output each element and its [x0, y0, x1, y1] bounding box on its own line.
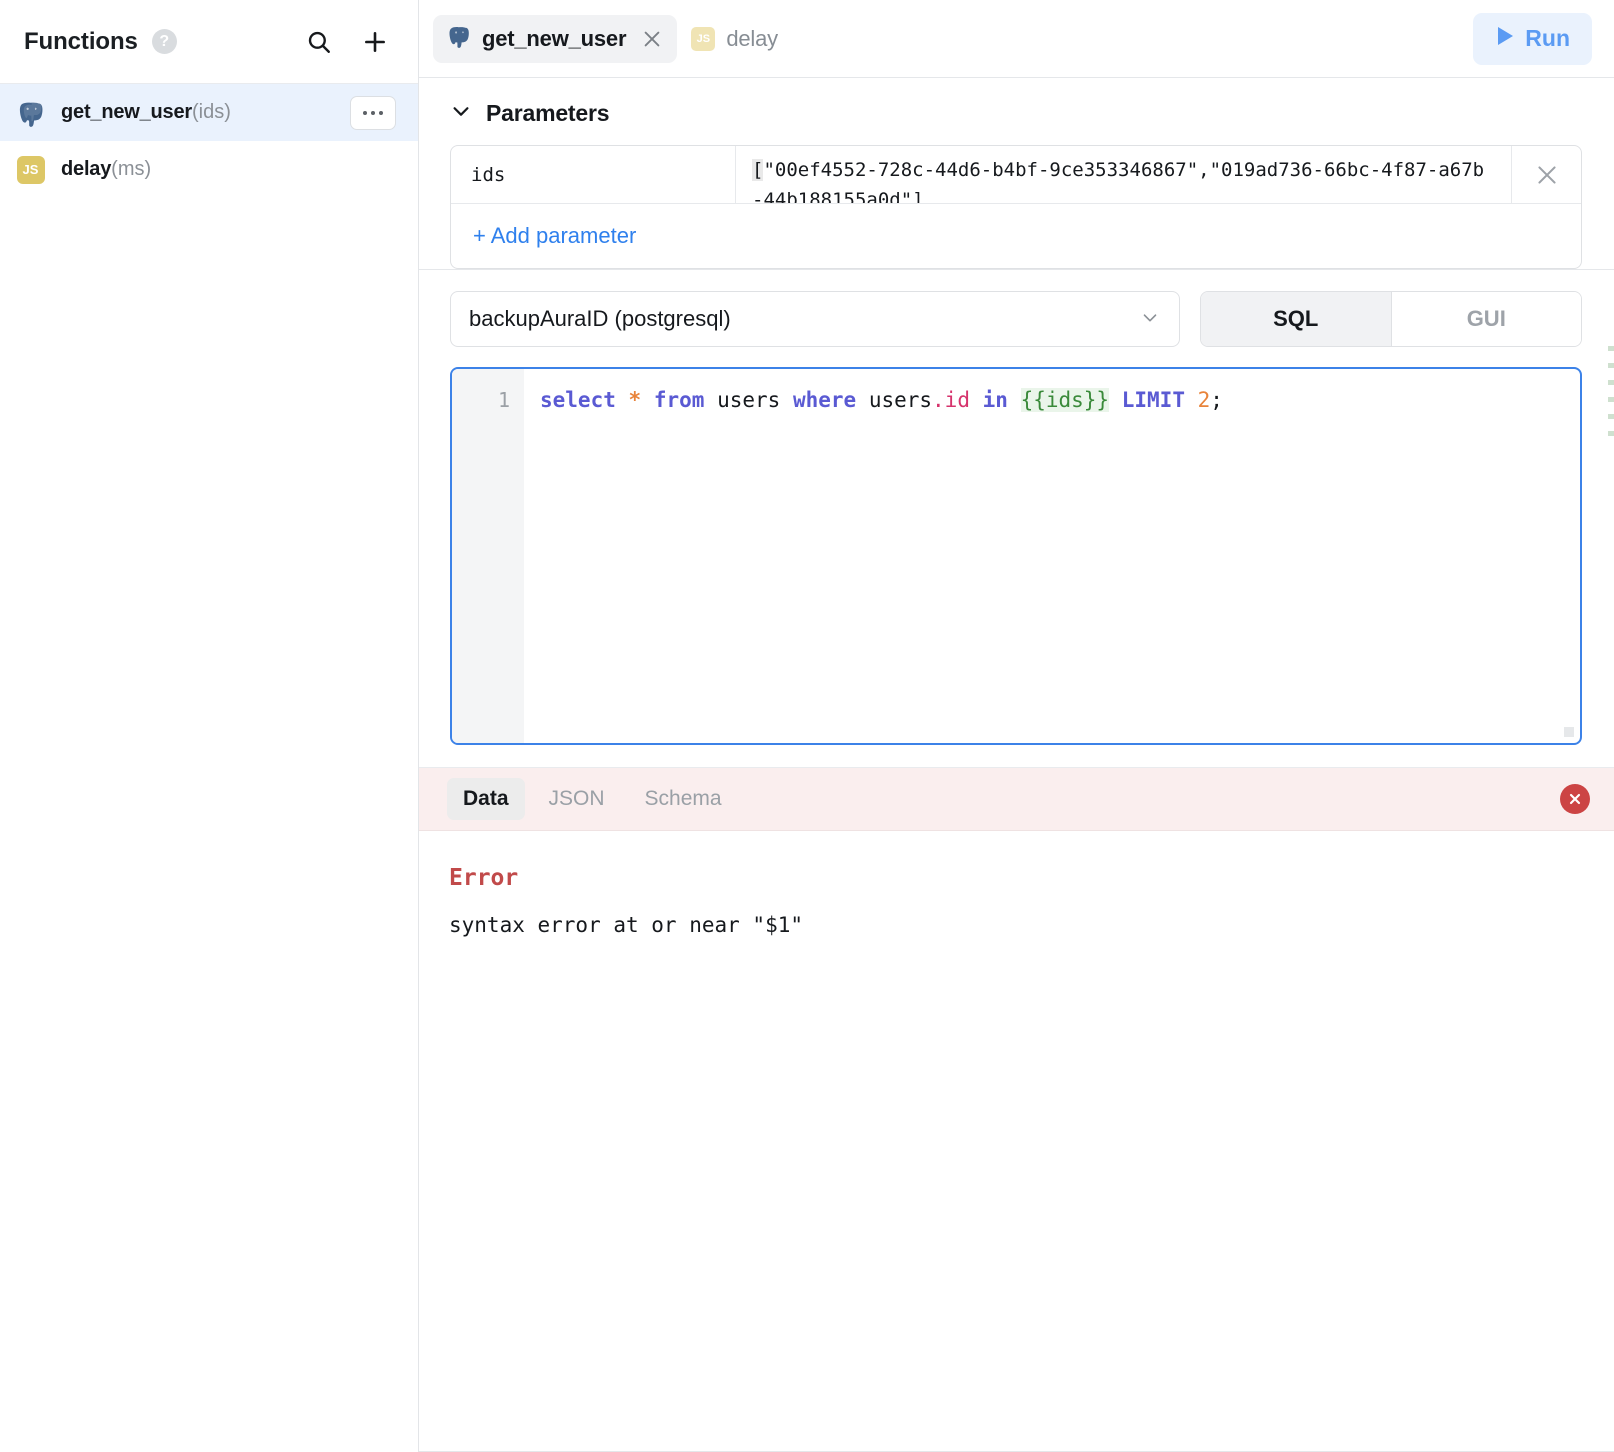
sidebar-header: Functions ?	[0, 0, 418, 84]
datasource-row: backupAuraID (postgresql) SQL GUI	[419, 270, 1614, 367]
add-parameter-button[interactable]: + Add parameter	[451, 204, 1581, 268]
tab-label: get_new_user	[482, 25, 627, 51]
run-button[interactable]: Run	[1473, 12, 1592, 65]
main-panel: get_new_user JS delay Run Parameters ids…	[419, 0, 1614, 1452]
close-icon[interactable]	[641, 28, 663, 50]
js-badge-label: JS	[16, 155, 45, 184]
sql-editor[interactable]: 1 select * from users where users.id in …	[450, 367, 1582, 745]
more-options-button[interactable]	[350, 95, 396, 130]
function-name: get_new_user	[61, 101, 192, 123]
sidebar-item-delay[interactable]: JS delay(ms)	[0, 141, 418, 198]
editor-tabbar: get_new_user JS delay Run	[419, 0, 1614, 78]
postgresql-icon	[16, 98, 45, 127]
error-message: syntax error at or near "$1"	[449, 913, 804, 937]
token-identifier: users	[717, 388, 781, 412]
parameters-section: Parameters ids ["00ef4552-728c-44d6-b4bf…	[419, 78, 1614, 270]
delete-parameter-button[interactable]	[1512, 146, 1581, 203]
mode-gui-button[interactable]: GUI	[1391, 292, 1581, 346]
token-binding: {{ids}}	[1020, 388, 1110, 412]
tab-data[interactable]: Data	[447, 778, 525, 820]
sidebar-item-get-new-user[interactable]: get_new_user(ids)	[0, 84, 418, 141]
token-identifier: users	[868, 388, 933, 412]
sidebar-item-name: delay(ms)	[61, 158, 151, 181]
search-icon[interactable]	[302, 25, 336, 59]
dot	[363, 110, 367, 115]
token-punct: ;	[1210, 388, 1223, 412]
token-keyword: where	[792, 388, 857, 412]
query-mode-toggle: SQL GUI	[1200, 291, 1582, 347]
datasource-selected-label: backupAuraID (postgresql)	[469, 306, 731, 331]
parameters-toggle[interactable]: Parameters	[450, 100, 1582, 127]
page-title: Functions	[24, 27, 138, 55]
sidebar-item-name: get_new_user(ids)	[61, 101, 231, 124]
dot	[379, 110, 383, 115]
token-keyword: select	[540, 388, 616, 412]
results-tabbar: Data JSON Schema	[419, 767, 1614, 831]
token-star: *	[628, 388, 642, 412]
parameter-value-input[interactable]: ["00ef4552-728c-44d6-b4bf-9ce353346867",…	[736, 146, 1512, 203]
token-number: 2	[1197, 388, 1211, 412]
parameters-title: Parameters	[486, 100, 610, 126]
chevron-down-icon	[450, 100, 472, 127]
mode-sql-button[interactable]: SQL	[1201, 292, 1392, 346]
bracket-highlight: [	[752, 159, 764, 181]
tab-schema[interactable]: Schema	[629, 778, 738, 820]
tab-json[interactable]: JSON	[533, 778, 621, 820]
results-panel: Data JSON Schema Error syntax error at o…	[419, 767, 1614, 1452]
postgresql-icon	[447, 24, 471, 53]
help-icon[interactable]: ?	[151, 29, 177, 54]
datasource-select[interactable]: backupAuraID (postgresql)	[450, 291, 1180, 347]
plus-icon[interactable]	[358, 25, 392, 59]
functions-sidebar: Functions ? get_new_user(ids) JS delay(m…	[0, 0, 419, 1452]
token-keyword: LIMIT	[1121, 388, 1185, 412]
editor-gutter: 1	[452, 369, 524, 743]
run-label: Run	[1525, 25, 1570, 51]
tab-label: delay	[726, 25, 778, 51]
tab-delay[interactable]: JS delay	[677, 15, 792, 63]
js-icon: JS	[691, 26, 716, 51]
function-name: delay	[61, 158, 112, 180]
token-property: .id	[932, 388, 970, 412]
error-circle-icon[interactable]	[1560, 784, 1590, 814]
token-keyword: in	[982, 388, 1008, 412]
function-args: (ms)	[111, 158, 152, 180]
play-icon	[1495, 25, 1515, 53]
dot	[371, 110, 375, 115]
app-root: Functions ? get_new_user(ids) JS delay(m…	[0, 0, 1614, 1452]
table-row: ids ["00ef4552-728c-44d6-b4bf-9ce3533468…	[451, 146, 1581, 204]
token-keyword: from	[653, 388, 705, 412]
parameter-value-text: "00ef4552-728c-44d6-b4bf-9ce353346867","…	[752, 159, 1485, 203]
error-title: Error	[449, 865, 519, 891]
function-args: (ids)	[192, 101, 231, 123]
sidebar-actions	[302, 25, 392, 59]
chevron-down-icon	[1139, 306, 1161, 333]
results-body: Error syntax error at or near "$1"	[419, 831, 1614, 1452]
tab-get-new-user[interactable]: get_new_user	[433, 14, 678, 63]
editor-wrapper: 1 select * from users where users.id in …	[419, 367, 1614, 745]
function-list: get_new_user(ids) JS delay(ms)	[0, 84, 418, 198]
js-icon: JS	[16, 155, 45, 184]
sql-code-area[interactable]: select * from users where users.id in {{…	[524, 369, 1580, 743]
editor-resize-handle[interactable]	[1564, 727, 1574, 737]
parameter-key-input[interactable]: ids	[451, 146, 736, 203]
parameters-table: ids ["00ef4552-728c-44d6-b4bf-9ce3533468…	[450, 145, 1582, 269]
